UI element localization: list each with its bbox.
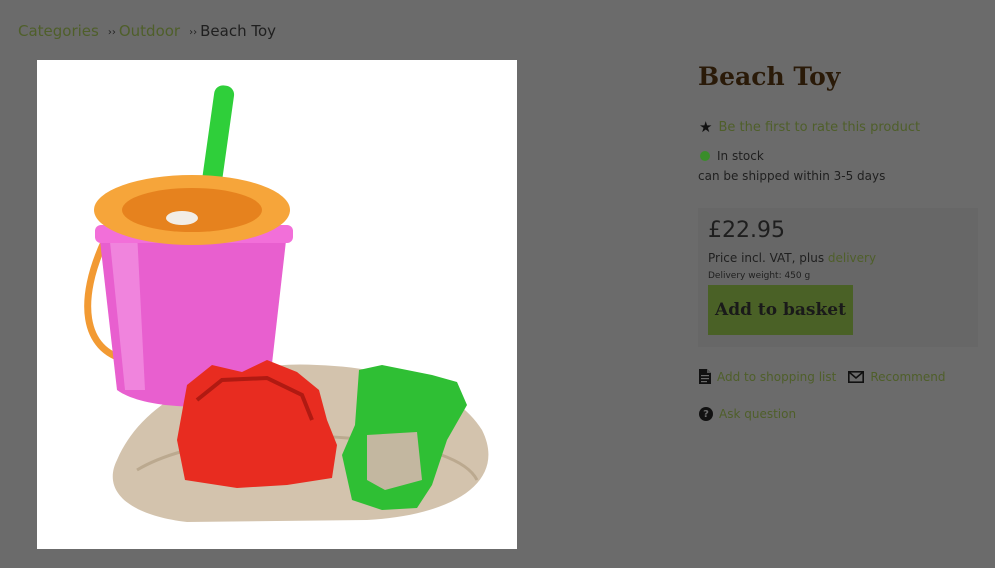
breadcrumb-categories[interactable]: Categories [18,22,99,40]
add-to-basket-button[interactable]: Add to basket [708,285,853,335]
beach-toy-illustration [84,85,489,522]
shipping-info: can be shipped within 3-5 days [698,169,886,183]
star-icon: ★ [699,118,713,136]
add-to-shopping-list-button[interactable]: Add to shopping list [699,369,836,384]
rating: ★ Be the first to rate this product [699,118,920,136]
product-image[interactable] [37,60,517,549]
ask-question-label: Ask question [719,407,797,421]
question-icon: ? [699,407,713,421]
shopping-list-label: Add to shopping list [717,369,837,384]
product-actions: Add to shopping list Recommend [699,369,945,384]
recommend-label: Recommend [870,369,946,384]
delivery-link[interactable]: delivery [828,251,876,265]
buy-box: £22.95 Price incl. VAT, plus delivery De… [698,208,978,347]
breadcrumb: Categories ›› Outdoor ›› Beach Toy [18,22,276,40]
vat-text: Price incl. VAT, plus [708,251,828,265]
delivery-weight: Delivery weight: 450 g [708,271,811,281]
vat-info: Price incl. VAT, plus delivery [708,251,876,265]
rate-product-link[interactable]: Be the first to rate this product [718,120,920,135]
breadcrumb-outdoor[interactable]: Outdoor [119,22,180,40]
ask-question-button[interactable]: ? Ask question [699,407,796,421]
envelope-icon [848,370,865,383]
breadcrumb-separator: ›› [189,26,198,38]
status-dot-icon [700,151,710,161]
document-icon [699,369,711,384]
breadcrumb-separator: ›› [107,26,116,38]
breadcrumb-current: Beach Toy [200,22,277,40]
product-title: Beach Toy [698,62,841,91]
recommend-button[interactable]: Recommend [848,370,945,384]
stock-label: In stock [717,149,764,163]
product-price: £22.95 [708,218,785,243]
stock-status: In stock [700,149,764,163]
